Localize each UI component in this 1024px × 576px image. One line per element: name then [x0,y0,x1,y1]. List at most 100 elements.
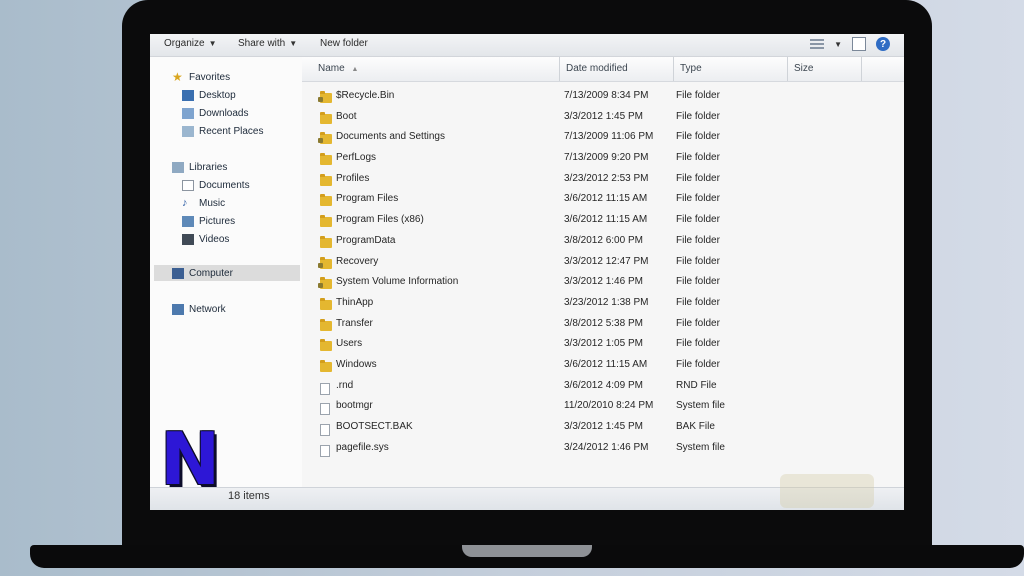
file-row[interactable]: Program Files 3/6/2012 11:15 AM File folde… [302,189,904,210]
file-row[interactable]: Windows 3/6/2012 11:15 AM File folder [302,355,904,376]
file-date: 3/3/2012 12:47 PM [564,255,649,267]
music-icon: ♪ [182,196,188,209]
file-date: 3/23/2012 2:53 PM [564,172,649,184]
column-name-label: Name [318,63,345,74]
change-view-icon[interactable] [810,39,825,49]
nav-desktop[interactable]: Desktop [182,87,236,103]
file-date: 3/3/2012 1:05 PM [564,338,643,350]
file-name: Documents and Settings [336,131,445,143]
laptop-notch [462,545,592,557]
file-name: BOOTSECT.BAK [336,421,413,432]
file-name: Program Files (x86) [336,214,424,226]
file-row[interactable]: Recovery 3/3/2012 12:47 PM File folder [302,252,904,273]
nav-network-label: Network [189,303,226,315]
nav-documents-label: Documents [199,179,250,191]
file-name: ThinApp [336,296,374,308]
libraries-icon [172,161,184,173]
file-date: 3/6/2012 4:09 PM [564,379,643,391]
file-row[interactable]: Documents and Settings 7/13/2009 11:06 PM… [302,127,904,148]
share-with-button[interactable]: Share with ▼ [238,38,297,49]
nav-recent-places[interactable]: Recent Places [182,123,263,139]
column-date-modified[interactable]: Date modified [560,57,674,81]
file-row[interactable]: $Recycle.Bin 7/13/2009 8:34 PM File folder [302,86,904,107]
file-type: File folder [676,193,720,205]
file-type: System file [676,441,725,453]
file-name: $Recycle.Bin [336,90,395,101]
nav-computer[interactable]: Computer [154,265,300,281]
file-row[interactable]: .rnd 3/6/2012 4:09 PM RND File 1 KB [302,376,904,397]
sort-up-icon: ▲ [351,66,359,73]
pictures-icon [182,215,194,227]
column-type[interactable]: Type [674,57,788,81]
file-row[interactable]: Users 3/3/2012 1:05 PM File folder [302,334,904,355]
documents-icon [182,179,194,191]
file-type: File folder [676,172,720,184]
file-date: 11/20/2010 8:24 PM [564,400,654,412]
file-row[interactable]: PerfLogs 7/13/2009 9:20 PM File folder [302,148,904,169]
nav-music-label: Music [199,197,226,209]
nav-music[interactable]: ♪ Music [182,195,225,211]
file-name: PerfLogs [336,152,377,164]
chevron-down-icon: ▼ [208,39,217,48]
file-date: 3/8/2012 6:00 PM [564,234,643,246]
file-row[interactable]: BOOTSECT.BAK 3/3/2012 1:45 PM BAK File 8 KB [302,417,904,438]
file-date: 7/13/2009 9:20 PM [564,152,649,164]
file-size: 2,096,632 KB [792,442,904,453]
file-date: 3/3/2012 1:46 PM [564,276,643,288]
file-row[interactable]: Program Files (x86) 3/6/2012 11:15 AM File… [302,210,904,231]
file-row[interactable]: pagefile.sys 3/24/2012 1:46 PM System file… [302,438,904,459]
n-logo: N [160,417,221,501]
file-list: $Recycle.Bin 7/13/2009 8:34 PM File folder… [302,86,904,458]
nav-downloads[interactable]: Downloads [182,105,248,121]
help-icon[interactable]: ? [876,37,890,51]
file-row[interactable]: ThinApp 3/23/2012 1:38 PM File folder [302,293,904,314]
preview-pane-icon[interactable] [852,37,866,51]
recent-places-icon [182,125,194,137]
nav-pictures[interactable]: Pictures [182,213,235,229]
file-type: File folder [676,358,720,370]
column-size[interactable]: Size [788,57,862,81]
file-name: Windows [336,358,377,370]
command-bar: Organize ▼ Share with ▼ New folder ▼ ? [150,34,904,57]
nav-desktop-label: Desktop [199,89,236,101]
new-folder-button[interactable]: New folder [320,38,368,49]
file-type: File folder [676,338,720,350]
desktop-icon [182,89,194,101]
column-date-label: Date modified [566,63,628,74]
explorer-window: Organize ▼ Share with ▼ New folder ▼ ? ★… [150,34,904,510]
file-name: Program Files [336,193,399,205]
file-type: File folder [676,234,720,246]
file-row[interactable]: Transfer 3/8/2012 5:38 PM File folder [302,314,904,335]
file-row[interactable]: Profiles 3/23/2012 2:53 PM File folder [302,169,904,190]
nav-recent-places-label: Recent Places [199,125,264,137]
nav-pictures-label: Pictures [199,215,236,227]
file-type: File folder [676,110,720,122]
file-name: pagefile.sys [336,441,389,453]
file-row[interactable]: ProgramData 3/8/2012 6:00 PM File folder [302,231,904,252]
file-row[interactable]: System Volume Information 3/3/2012 1:46 P… [302,272,904,293]
column-name[interactable]: Name ▲ [312,57,560,81]
nav-favorites-label: Favorites [189,71,231,83]
chevron-down-icon[interactable]: ▼ [834,40,842,49]
nav-documents[interactable]: Documents [182,177,250,193]
file-type: BAK File [676,421,715,432]
column-size-label: Size [794,63,814,74]
file-row[interactable]: Boot 3/3/2012 1:45 PM File folder [302,107,904,128]
nav-network[interactable]: Network [172,301,226,317]
file-name: Transfer [336,317,373,329]
file-name: ProgramData [336,234,396,246]
nav-favorites[interactable]: ★ Favorites [172,69,230,85]
nav-libraries[interactable]: Libraries [172,159,227,175]
nav-videos[interactable]: Videos [182,231,229,247]
file-type: File folder [676,131,720,143]
file-date: 3/6/2012 11:15 AM [564,358,648,370]
file-name: .rnd [336,379,354,391]
file-date: 3/6/2012 11:15 AM [564,193,648,205]
new-folder-label: New folder [320,38,368,49]
file-type: File folder [676,255,720,267]
file-row[interactable]: bootmgr 11/20/2010 8:24 PM System file 375 … [302,396,904,417]
file-name: System Volume Information [336,276,459,288]
chevron-down-icon: ▼ [289,39,298,48]
organize-button[interactable]: Organize ▼ [164,38,217,49]
share-with-label: Share with [238,38,286,49]
